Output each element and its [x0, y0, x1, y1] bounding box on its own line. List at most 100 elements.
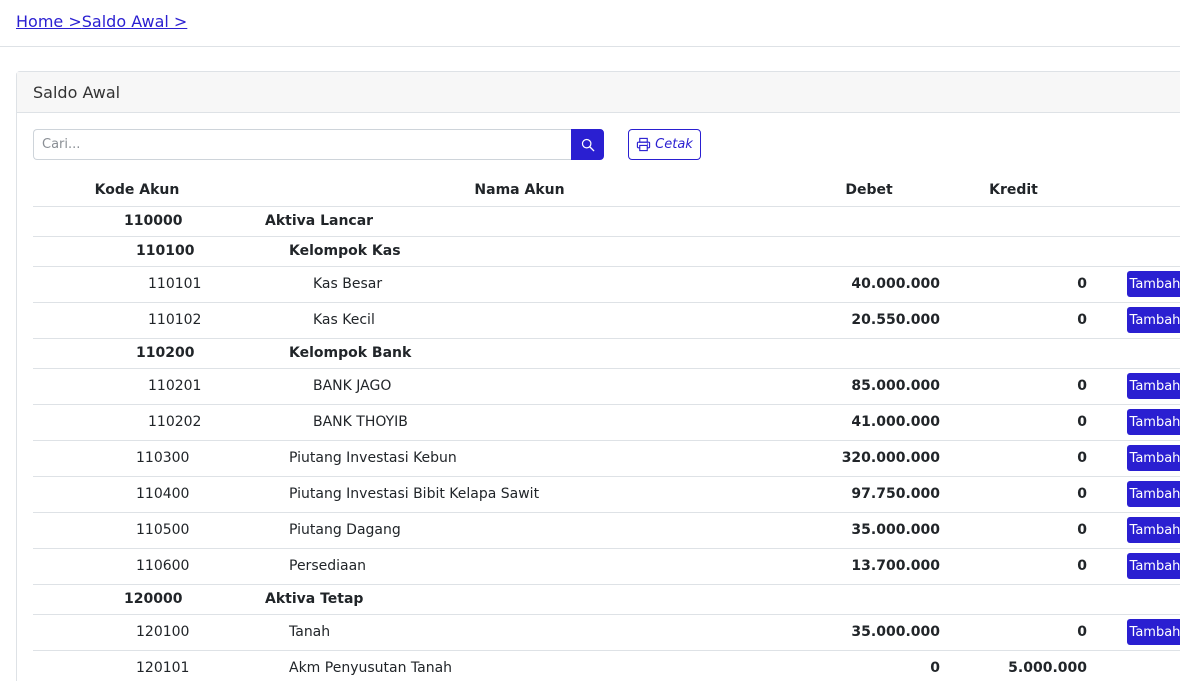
action-cell — [1087, 584, 1180, 615]
debet-cell: 35.000.000 — [798, 512, 940, 549]
header-divider — [0, 46, 1180, 47]
tambah-button[interactable]: Tambah — [1127, 409, 1180, 435]
kredit-cell — [940, 338, 1087, 369]
nama-akun-cell: Kelompok Kas — [241, 236, 798, 267]
kredit-cell — [940, 236, 1087, 267]
tambah-button[interactable]: Tambah — [1127, 373, 1180, 399]
debet-cell: 20.550.000 — [798, 302, 940, 339]
tambah-button[interactable]: Tambah — [1127, 271, 1180, 297]
table-row: 110102 Kas Kecil 20.550.000 0 Tambah — [33, 302, 1180, 339]
nama-akun-cell: Piutang Investasi Kebun — [241, 440, 798, 477]
kredit-cell: 0 — [940, 440, 1087, 477]
action-cell: Tambah — [1087, 476, 1180, 513]
kredit-cell: 0 — [940, 368, 1087, 405]
breadcrumb-current-link[interactable]: Saldo Awal > — [82, 12, 188, 31]
search-group — [33, 129, 604, 160]
account-group-row: 110100 Kelompok Kas — [33, 236, 1180, 267]
tambah-button[interactable]: Tambah — [1127, 517, 1180, 543]
debet-cell — [798, 584, 940, 615]
action-cell — [1087, 236, 1180, 267]
nama-akun-cell: Kelompok Bank — [241, 338, 798, 369]
debet-cell: 41.000.000 — [798, 404, 940, 441]
kredit-cell — [940, 206, 1087, 237]
kode-akun-cell: 120100 — [33, 614, 241, 651]
action-cell: Tambah — [1087, 548, 1180, 585]
debet-cell: 97.750.000 — [798, 476, 940, 513]
action-cell: Tambah — [1087, 440, 1180, 477]
printer-icon — [637, 137, 651, 152]
kredit-cell: 0 — [940, 404, 1087, 441]
breadcrumb: Home >Saldo Awal > — [16, 12, 187, 31]
kredit-cell: 0 — [940, 548, 1087, 585]
debet-cell: 13.700.000 — [798, 548, 940, 585]
debet-cell — [798, 338, 940, 369]
action-cell: Tambah — [1087, 614, 1180, 651]
table-header-row: Kode Akun Nama Akun Debet Kredit — [33, 174, 1180, 207]
table-row: 110300 Piutang Investasi Kebun 320.000.000… — [33, 440, 1180, 477]
kode-akun-cell: 110100 — [33, 236, 241, 267]
table-row: 120100 Tanah 35.000.000 0 Tambah — [33, 614, 1180, 651]
nama-akun-cell: Akm Penyusutan Tanah — [241, 650, 798, 681]
account-group-row: 110000 Aktiva Lancar — [33, 206, 1180, 237]
kode-akun-cell: 110600 — [33, 548, 241, 585]
nama-akun-cell: Aktiva Tetap — [241, 584, 798, 615]
nama-akun-cell: BANK JAGO — [241, 368, 798, 405]
print-label: Cetak — [655, 137, 693, 152]
debet-cell: 0 — [798, 650, 940, 681]
kode-akun-cell: 110300 — [33, 440, 241, 477]
table-row: 110600 Persediaan 13.700.000 0 Tambah — [33, 548, 1180, 585]
breadcrumb-home-link[interactable]: Home > — [16, 12, 82, 31]
action-cell: Tambah — [1087, 266, 1180, 303]
nama-akun-cell: Kas Besar — [241, 266, 798, 303]
account-group-row: 120000 Aktiva Tetap — [33, 584, 1180, 615]
header-action — [1087, 174, 1180, 207]
kode-akun-cell: 110202 — [33, 404, 241, 441]
header-nama-akun: Nama Akun — [241, 174, 798, 207]
action-cell — [1087, 338, 1180, 369]
saldo-awal-table: Kode Akun Nama Akun Debet Kredit 110000 A… — [33, 174, 1180, 681]
action-cell: Tambah — [1087, 302, 1180, 339]
table-body: 110000 Aktiva Lancar 110100 Kelompok Kas 110… — [33, 206, 1180, 681]
table-row: 110500 Piutang Dagang 35.000.000 0 Tambah — [33, 512, 1180, 549]
kode-akun-cell: 110200 — [33, 338, 241, 369]
tambah-button[interactable]: Tambah — [1127, 481, 1180, 507]
debet-cell — [798, 236, 940, 267]
action-cell: Tambah — [1087, 404, 1180, 441]
header-debet: Debet — [798, 174, 940, 207]
saldo-awal-card: Saldo Awal Cetak Kode Akun — [16, 71, 1180, 681]
search-button[interactable] — [571, 129, 604, 160]
kode-akun-cell: 110201 — [33, 368, 241, 405]
tambah-button[interactable]: Tambah — [1127, 307, 1180, 333]
action-cell — [1087, 650, 1180, 681]
tambah-button[interactable]: Tambah — [1127, 445, 1180, 471]
kode-akun-cell: 120101 — [33, 650, 241, 681]
action-cell — [1087, 206, 1180, 237]
table-row: 110101 Kas Besar 40.000.000 0 Tambah — [33, 266, 1180, 303]
account-group-row: 110200 Kelompok Bank — [33, 338, 1180, 369]
nama-akun-cell: Kas Kecil — [241, 302, 798, 339]
nama-akun-cell: Piutang Investasi Bibit Kelapa Sawit — [241, 476, 798, 513]
action-cell: Tambah — [1087, 512, 1180, 549]
debet-cell: 85.000.000 — [798, 368, 940, 405]
search-input[interactable] — [33, 129, 571, 160]
nama-akun-cell: BANK THOYIB — [241, 404, 798, 441]
debet-cell: 320.000.000 — [798, 440, 940, 477]
kode-akun-cell: 110102 — [33, 302, 241, 339]
nama-akun-cell: Piutang Dagang — [241, 512, 798, 549]
tambah-button[interactable]: Tambah — [1127, 553, 1180, 579]
table-row: 120101 Akm Penyusutan Tanah 0 5.000.000 — [33, 650, 1180, 681]
header-kredit: Kredit — [940, 174, 1087, 207]
kode-akun-cell: 110000 — [33, 206, 241, 237]
tambah-button[interactable]: Tambah — [1127, 619, 1180, 645]
table-row: 110400 Piutang Investasi Bibit Kelapa Saw… — [33, 476, 1180, 513]
nama-akun-cell: Aktiva Lancar — [241, 206, 798, 237]
kode-akun-cell: 110101 — [33, 266, 241, 303]
debet-cell: 35.000.000 — [798, 614, 940, 651]
print-button[interactable]: Cetak — [628, 129, 701, 160]
debet-cell: 40.000.000 — [798, 266, 940, 303]
kode-akun-cell: 120000 — [33, 584, 241, 615]
search-icon — [581, 138, 594, 151]
kredit-cell: 0 — [940, 614, 1087, 651]
nama-akun-cell: Tanah — [241, 614, 798, 651]
table-row: 110201 BANK JAGO 85.000.000 0 Tambah — [33, 368, 1180, 405]
